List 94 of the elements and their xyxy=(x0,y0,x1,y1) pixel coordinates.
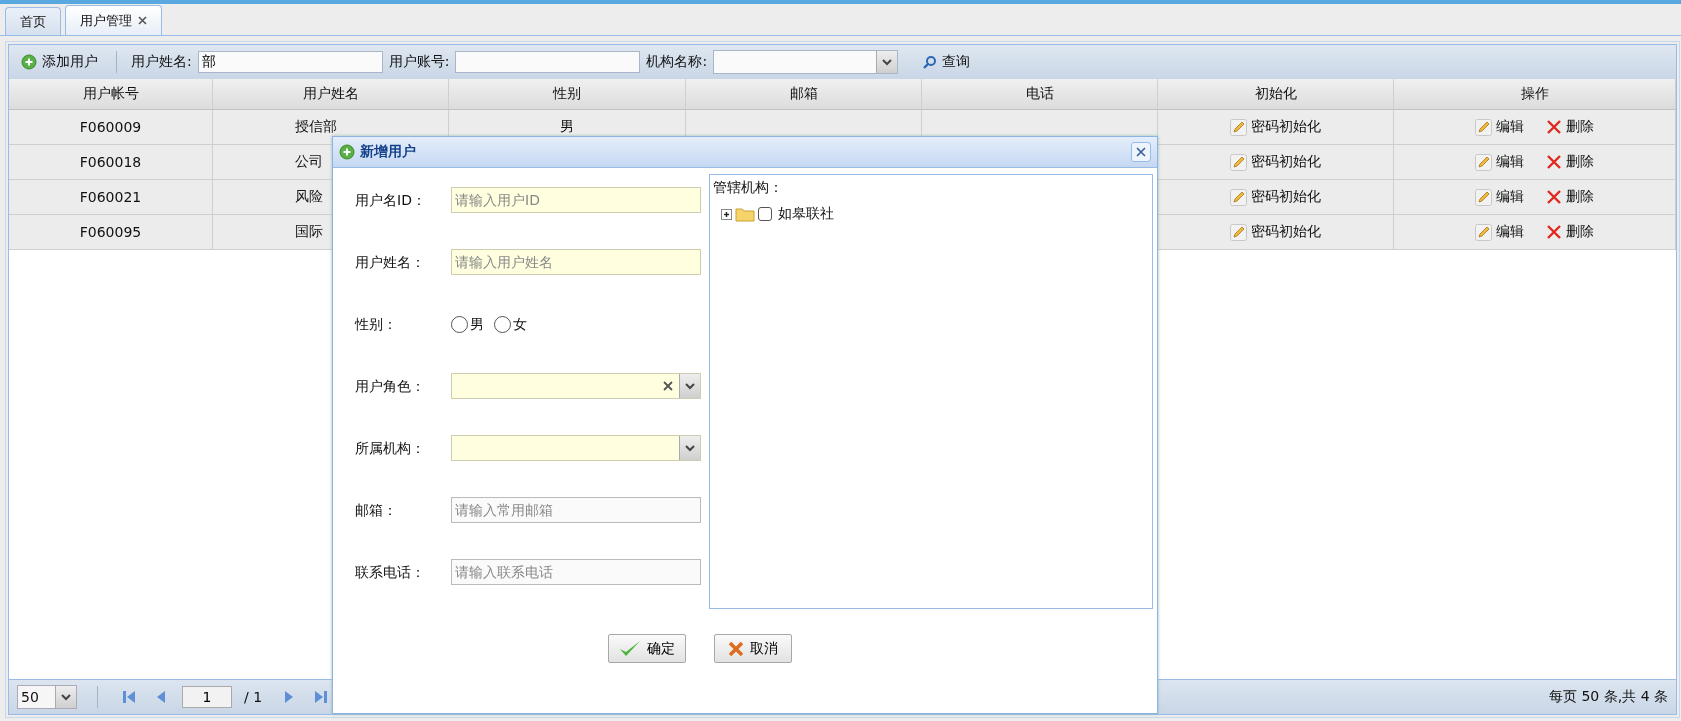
add-user-button[interactable]: 添加用户 xyxy=(17,50,102,74)
tree-label: 管辖机构： xyxy=(713,179,784,197)
filter-label: 机构名称: xyxy=(646,53,708,71)
delete-link[interactable]: 删除 xyxy=(1546,188,1594,206)
filter-label: 用户账号: xyxy=(388,53,450,71)
input-field[interactable]: 请输入用户ID xyxy=(451,187,701,213)
field-label: 所属机构： xyxy=(355,439,426,458)
search-button[interactable]: 查询 xyxy=(918,50,975,74)
close-icon xyxy=(1136,147,1146,157)
checkbox[interactable] xyxy=(758,207,772,221)
caret-icon xyxy=(61,693,71,701)
cross-icon xyxy=(1546,154,1562,170)
page-summary: 每页 50 条,共 4 条 xyxy=(1549,688,1668,706)
close-icon[interactable] xyxy=(138,16,147,25)
caret-icon xyxy=(685,444,695,452)
dialog-title: 新增用户 xyxy=(360,143,416,161)
pencil-icon xyxy=(1230,118,1247,136)
table-cell: F060018 xyxy=(9,145,213,179)
column-header[interactable]: 电话 xyxy=(922,79,1158,109)
close-button[interactable] xyxy=(1131,142,1151,162)
cross-icon xyxy=(1546,224,1562,240)
dropdown-field[interactable] xyxy=(451,373,701,399)
pencil-icon xyxy=(1230,153,1247,171)
field-label: 性别： xyxy=(355,315,398,334)
table-cell: F060095 xyxy=(9,215,213,249)
pencil-icon xyxy=(1475,223,1492,241)
dropdown-field[interactable] xyxy=(451,435,701,461)
field-label: 用户姓名： xyxy=(355,253,426,272)
pencil-icon xyxy=(1475,118,1492,136)
last-page-icon[interactable] xyxy=(314,690,329,704)
filter-field[interactable] xyxy=(455,51,641,73)
field-label: 用户角色： xyxy=(355,377,426,396)
checkmark-icon xyxy=(619,639,641,658)
search-icon xyxy=(922,54,938,70)
caret-icon xyxy=(685,382,695,390)
column-header[interactable]: 性别 xyxy=(449,79,686,109)
first-page-icon[interactable] xyxy=(122,690,136,704)
reset-password-link[interactable]: 密码初始化 xyxy=(1230,223,1321,241)
delete-link[interactable]: 删除 xyxy=(1546,153,1594,171)
input-field[interactable]: 请输入常用邮箱 xyxy=(451,497,701,523)
plus-icon xyxy=(339,144,355,160)
reset-password-link[interactable]: 密码初始化 xyxy=(1230,153,1321,171)
pencil-icon xyxy=(1230,188,1247,206)
table-cell: F060009 xyxy=(9,110,213,144)
plus-icon xyxy=(21,54,37,70)
input-field[interactable]: 请输入联系电话 xyxy=(451,559,701,585)
pencil-icon xyxy=(1230,223,1247,241)
table-cell: 国际 xyxy=(295,223,323,241)
cancel-button[interactable]: 取消 xyxy=(714,634,792,663)
reset-password-link[interactable]: 密码初始化 xyxy=(1230,188,1321,206)
column-header[interactable]: 初始化 xyxy=(1158,79,1394,109)
field-label: 用户名ID： xyxy=(355,191,427,210)
delete-link[interactable]: 删除 xyxy=(1546,223,1594,241)
field-label: 邮箱： xyxy=(355,501,398,520)
confirm-button[interactable]: 确定 xyxy=(608,634,686,663)
reset-password-link[interactable]: 密码初始化 xyxy=(1230,118,1321,136)
filter-dropdown[interactable] xyxy=(713,50,899,74)
edit-link[interactable]: 编辑 xyxy=(1475,153,1524,171)
column-header[interactable]: 邮箱 xyxy=(686,79,922,109)
filter-label: 用户姓名: xyxy=(131,53,192,71)
cross-icon xyxy=(1546,189,1562,205)
table-cell: 风险 xyxy=(295,188,323,206)
radio-option[interactable]: 女 xyxy=(494,311,527,337)
delete-link[interactable]: 删除 xyxy=(1546,118,1594,136)
input-field[interactable]: 请输入用户姓名 xyxy=(451,249,701,275)
filter-field[interactable]: 部 xyxy=(197,51,383,73)
column-header[interactable]: 用户帐号 xyxy=(9,79,213,109)
caret-icon xyxy=(882,58,893,66)
tab[interactable]: 用户管理 xyxy=(65,5,162,35)
table-cell: F060021 xyxy=(9,180,213,214)
edit-link[interactable]: 编辑 xyxy=(1475,118,1524,136)
expand-icon[interactable] xyxy=(721,208,732,220)
tab[interactable]: 首页 xyxy=(5,7,61,35)
tree-node[interactable]: 如皋联社 xyxy=(778,205,834,223)
edit-link[interactable]: 编辑 xyxy=(1475,223,1524,241)
pencil-icon xyxy=(1475,153,1492,171)
page-size-dropdown[interactable]: 50 xyxy=(17,685,77,709)
clear-icon[interactable] xyxy=(663,381,673,391)
folder-icon xyxy=(735,206,755,222)
radio-option[interactable]: 男 xyxy=(451,311,484,337)
page-number-field[interactable]: 1 xyxy=(182,686,232,708)
field-label: 联系电话： xyxy=(355,563,426,582)
page-count: / 1 xyxy=(244,689,263,705)
pencil-icon xyxy=(1475,188,1492,206)
previous-page-icon[interactable] xyxy=(156,690,166,704)
column-header[interactable]: 操作 xyxy=(1394,79,1676,109)
edit-link[interactable]: 编辑 xyxy=(1475,188,1524,206)
cross-icon xyxy=(1546,119,1562,135)
table-cell: 授信部 xyxy=(295,118,337,136)
table-cell: 公司 xyxy=(295,153,323,171)
table-cell: 男 xyxy=(560,118,574,136)
column-header[interactable]: 用户姓名 xyxy=(213,79,449,109)
cross-icon xyxy=(728,640,744,657)
next-page-icon[interactable] xyxy=(284,690,295,704)
